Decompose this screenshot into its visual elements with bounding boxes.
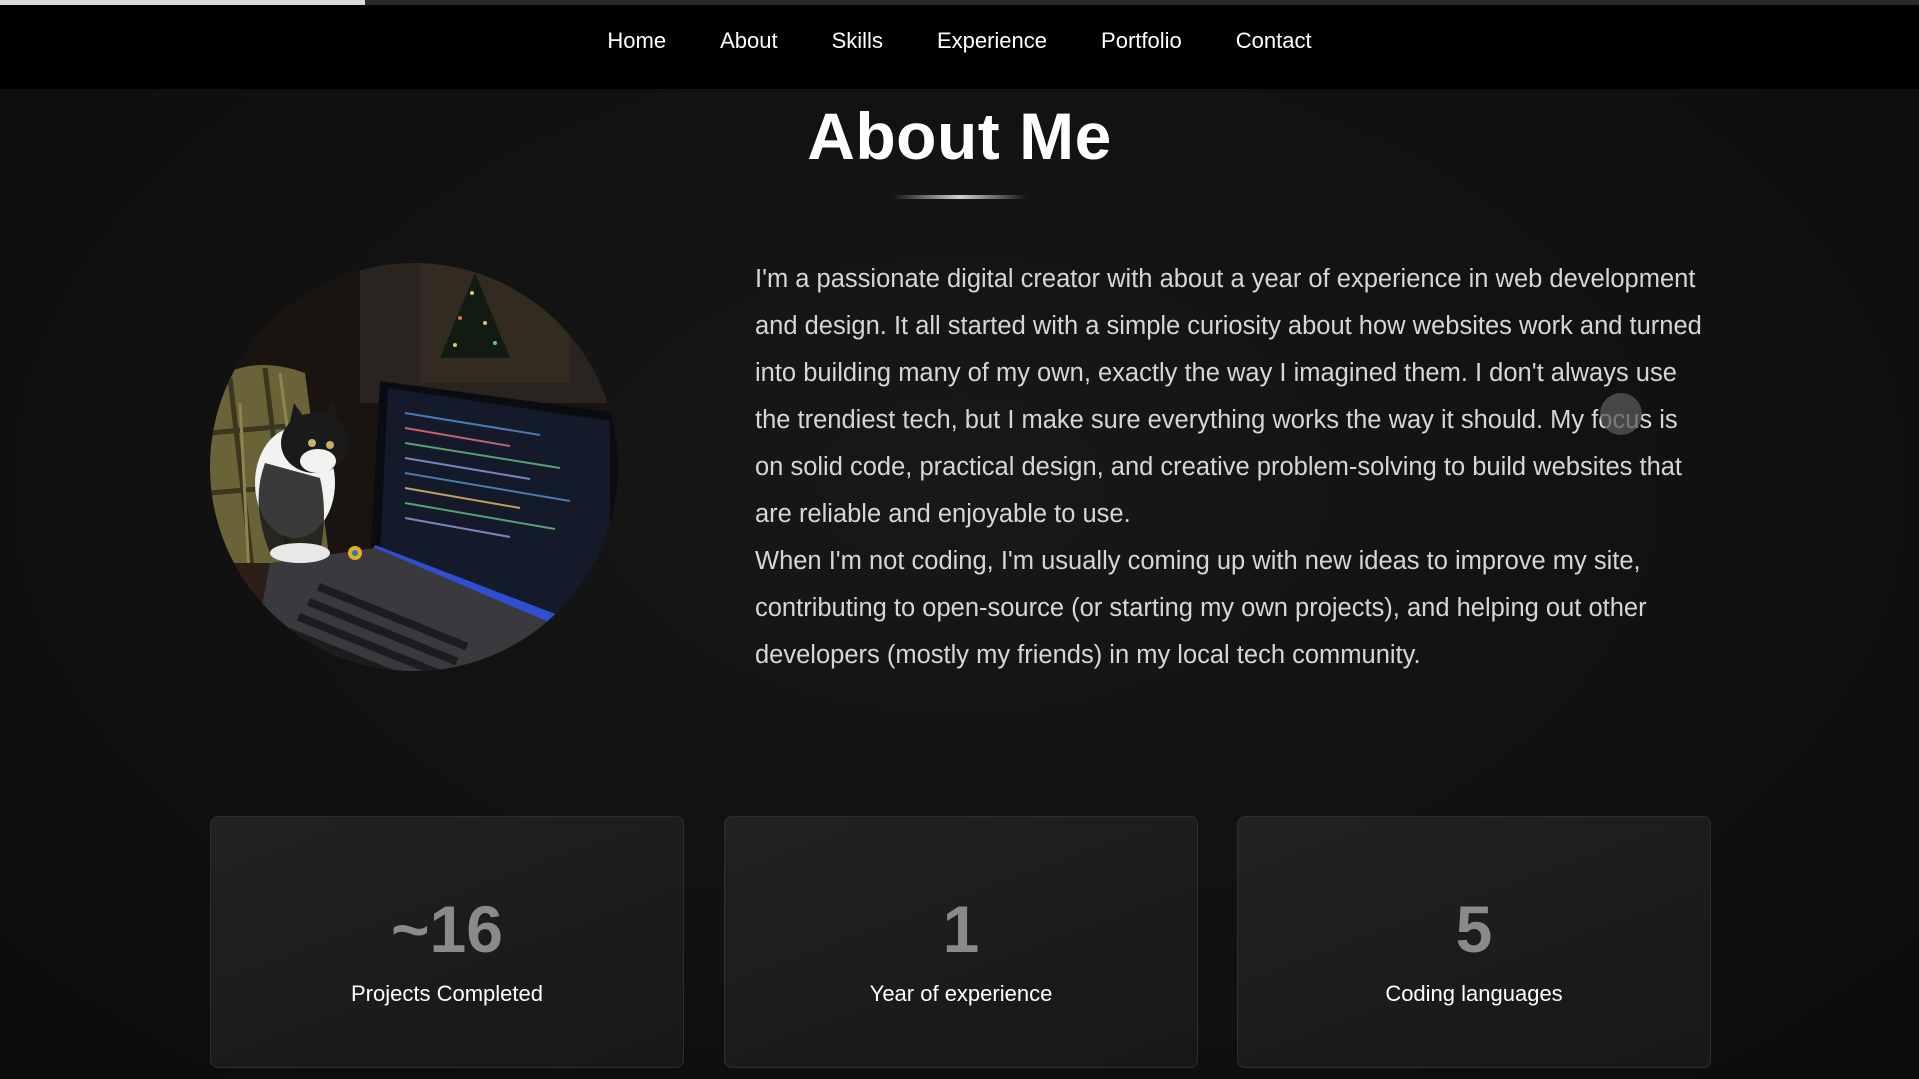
- stat-label: Projects Completed: [351, 981, 543, 1006]
- mouse-cursor-indicator: [1600, 393, 1642, 435]
- stat-card-projects: ~16 Projects Completed: [210, 816, 684, 1068]
- stat-value: 1: [942, 892, 980, 966]
- nav-link-portfolio[interactable]: Portfolio: [1074, 28, 1209, 53]
- stat-label: Year of experience: [869, 981, 1053, 1006]
- scroll-progress-fill: [0, 0, 365, 5]
- top-navbar: Home About Skills Experience Portfolio C…: [0, 5, 1919, 89]
- stat-value: ~16: [391, 892, 503, 966]
- nav-link-about[interactable]: About: [693, 28, 805, 53]
- profile-photo: [210, 263, 618, 671]
- bio-paragraph-1: I'm a passionate digital creator with ab…: [755, 265, 1702, 528]
- stat-label: Coding languages: [1385, 981, 1563, 1006]
- section-title: About Me: [807, 99, 1112, 173]
- nav-menu: Home About Skills Experience Portfolio C…: [580, 28, 1338, 54]
- nav-link-contact[interactable]: Contact: [1209, 28, 1339, 53]
- nav-link-experience[interactable]: Experience: [910, 28, 1074, 53]
- about-bio: I'm a passionate digital creator with ab…: [755, 256, 1705, 679]
- stat-card-languages: 5 Coding languages: [1237, 816, 1711, 1068]
- scroll-progress-bar: [0, 0, 1919, 5]
- nav-link-skills[interactable]: Skills: [805, 28, 910, 53]
- stat-card-experience: 1 Year of experience: [724, 816, 1198, 1068]
- title-underline-divider: [893, 195, 1027, 199]
- cat-with-laptop-illustration: [210, 263, 618, 671]
- stat-value: 5: [1455, 892, 1493, 966]
- nav-link-home[interactable]: Home: [580, 28, 693, 53]
- bio-paragraph-2: When I'm not coding, I'm usually coming …: [755, 547, 1647, 669]
